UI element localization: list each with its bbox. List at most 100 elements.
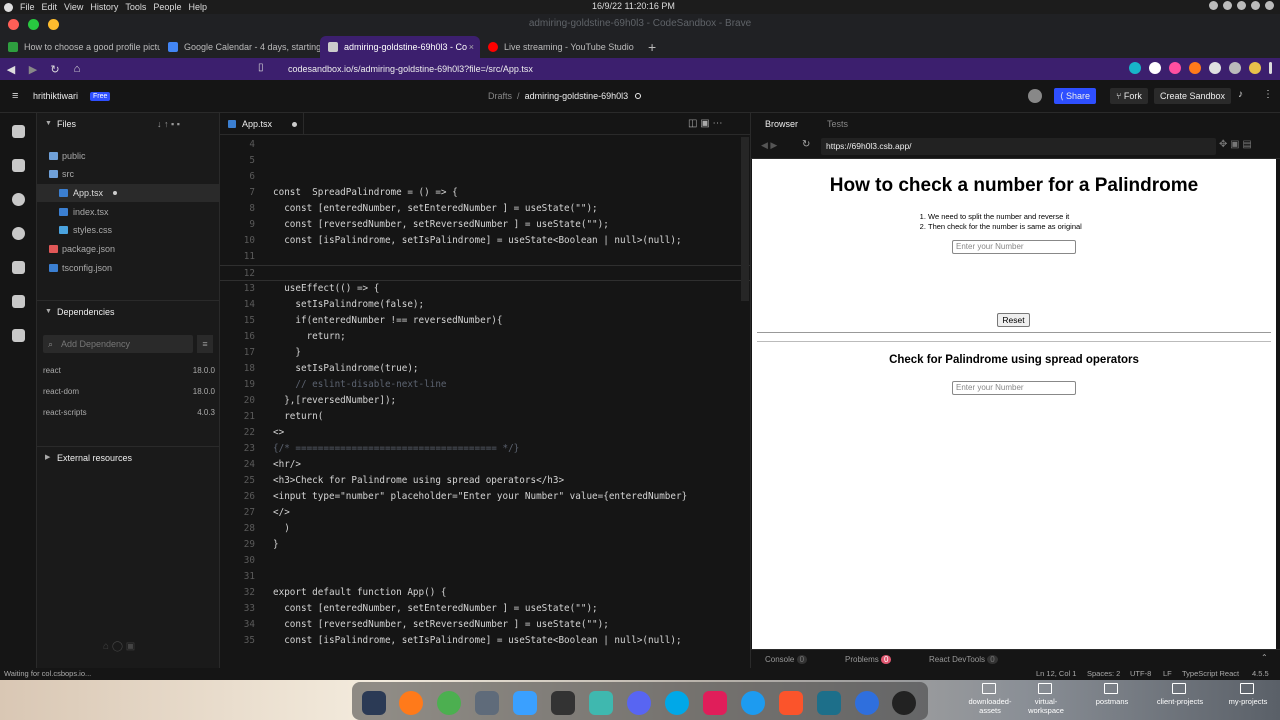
code-line[interactable]: 12 [220,265,750,281]
code-line[interactable]: 34 const [reversedNumber, setReversedNum… [220,617,750,633]
chevron-up-icon[interactable]: ⌃ [1261,653,1268,662]
puzzle-icon[interactable] [1209,62,1221,74]
code-line[interactable]: 7 const SpreadPalindrome = () => { [220,185,750,201]
code-line[interactable]: 17 } [220,345,750,361]
social-icons[interactable]: ⌂ ◯ ▣ [103,641,135,652]
code-line[interactable]: 26 <input type="number" placeholder="Ente… [220,489,750,505]
gear-icon[interactable] [12,227,25,240]
tree-item-tsconfig-json[interactable]: tsconfig.json [37,259,220,277]
tab-console[interactable]: Console 0 [765,655,808,664]
tree-item-styles-css[interactable]: styles.css [37,221,220,239]
status-encoding[interactable]: UTF-8 [1130,668,1151,680]
status-language[interactable]: TypeScript React [1182,668,1239,680]
more-options-icon[interactable]: ⋮ [1263,89,1273,100]
code-line[interactable]: 15 if(enteredNumber !== reversedNumber){ [220,313,750,329]
sandbox-name[interactable]: admiring-goldstine-69h0l3 [525,91,629,101]
signal-icon[interactable] [741,691,765,715]
app-icon-editor[interactable] [362,691,386,715]
tree-item-src[interactable]: src [37,165,220,183]
volume-icon[interactable] [1223,1,1232,10]
editor-tab-app-tsx[interactable]: App.tsx [220,113,304,135]
code-line[interactable]: 22 <> [220,425,750,441]
code-line[interactable]: 6 [220,169,750,185]
menu-history[interactable]: History [90,2,118,12]
fork-button[interactable]: ⑂ Fork [1110,88,1148,104]
reload-icon[interactable]: ↻ [44,63,66,76]
file-actions-icon[interactable]: ↓ ↑ ▪ ▪ [157,113,180,135]
preview-nav-icons[interactable]: ◀ ▶ [761,140,777,151]
code-line[interactable]: 31 [220,569,750,585]
code-line[interactable]: 14 setIsPalindrome(false); [220,297,750,313]
os-clock[interactable]: 16/9/22 11:20:16 PM [592,1,675,11]
wifi-icon[interactable] [1209,1,1218,10]
add-dependency-input[interactable]: ⌕ Add Dependency [43,335,193,353]
username[interactable]: hrithiktiwari [33,91,78,101]
os-logo-icon[interactable] [4,2,13,12]
discord-icon[interactable] [627,691,651,715]
menu-icon[interactable] [1269,62,1272,74]
share-button[interactable]: ⟨ Share [1054,88,1097,104]
folder-icon[interactable] [1038,683,1052,694]
new-tab-button[interactable]: + [640,36,664,58]
desktop-folder-postmans[interactable]: postmans [1084,697,1140,706]
desktop-folder-virtual-workspace[interactable]: virtual-workspace [1018,697,1074,715]
url-input[interactable]: codesandbox.io/s/admiring-goldstine-69h0… [280,60,1000,78]
code-line[interactable]: 4 [220,137,750,153]
terminal-icon[interactable] [551,691,575,715]
bookmark-icon[interactable]: ▯ [258,62,264,73]
extension-icon[interactable] [1129,62,1141,74]
browser-tab[interactable]: Google Calendar - 4 days, starting 1 [160,36,320,58]
code-line[interactable]: 30 [220,553,750,569]
github-icon[interactable] [12,261,25,274]
spread-number-input[interactable]: Enter your Number [952,381,1076,395]
code-line[interactable]: 18 setIsPalindrome(true); [220,361,750,377]
dependency-row[interactable]: react-scripts 4.0.3 [43,404,215,422]
code-line[interactable]: 27 </> [220,505,750,521]
create-sandbox-button[interactable]: Create Sandbox [1154,88,1232,104]
obs-icon[interactable] [892,691,916,715]
list-icon[interactable]: ≡ [197,335,213,353]
battery-icon[interactable] [1237,1,1246,10]
chrome-icon[interactable] [437,691,461,715]
code-line[interactable]: 23 {/* ==================================… [220,441,750,457]
users-icon[interactable] [12,329,25,342]
brave-icon[interactable] [779,691,803,715]
reset-button[interactable]: Reset [997,313,1030,327]
code-line[interactable]: 32 export default function App() { [220,585,750,601]
folder-icon[interactable] [1172,683,1186,694]
menu-people[interactable]: People [153,2,181,12]
slack-icon[interactable] [703,691,727,715]
close-tab-icon[interactable]: × [469,42,474,52]
menu-edit[interactable]: Edit [42,2,58,12]
dependency-row[interactable]: react 18.0.0 [43,362,215,380]
browser-tab-active[interactable]: admiring-goldstine-69h0l3 - Co × [320,36,480,58]
status-cursor[interactable]: Ln 12, Col 1 [1036,668,1076,680]
code-line[interactable]: 16 return; [220,329,750,345]
number-input[interactable]: Enter your Number [952,240,1076,254]
folder-icon[interactable] [1104,683,1118,694]
cube-icon[interactable] [12,125,25,138]
refresh-icon[interactable]: ↻ [802,139,810,150]
extension-icon[interactable] [1169,62,1181,74]
desktop-folder-my-projects[interactable]: my-projects [1220,697,1276,706]
menu-view[interactable]: View [64,2,83,12]
dependency-row[interactable]: react-dom 18.0.0 [43,383,215,401]
code-line[interactable]: 11 [220,249,750,265]
status-eol[interactable]: LF [1163,668,1172,680]
profile-avatar-icon[interactable] [1249,62,1261,74]
folder-icon[interactable] [982,683,996,694]
preview-url-input[interactable]: https://69h0l3.csb.app/ [821,138,1216,155]
tab-browser[interactable]: Browser [765,119,798,129]
rocket-icon[interactable] [12,295,25,308]
bell-icon[interactable]: ♪ [1238,89,1243,100]
browser-tab[interactable]: How to choose a good profile pictur [0,36,160,58]
code-line[interactable]: 24 <hr/> [220,457,750,473]
back-icon[interactable]: ◀ [0,63,22,76]
tab-tests[interactable]: Tests [827,119,848,129]
tree-item-app-tsx[interactable]: App.tsx [37,184,220,202]
code-area[interactable]: 4 5 6 7 const SpreadPalindrome = () => {8 co… [220,137,750,668]
vscode-icon[interactable] [589,691,613,715]
folder-icon[interactable] [1240,683,1254,694]
code-line[interactable]: 33 const [enteredNumber, setEnteredNumbe… [220,601,750,617]
tab-react-devtools[interactable]: React DevTools 0 [929,655,998,664]
